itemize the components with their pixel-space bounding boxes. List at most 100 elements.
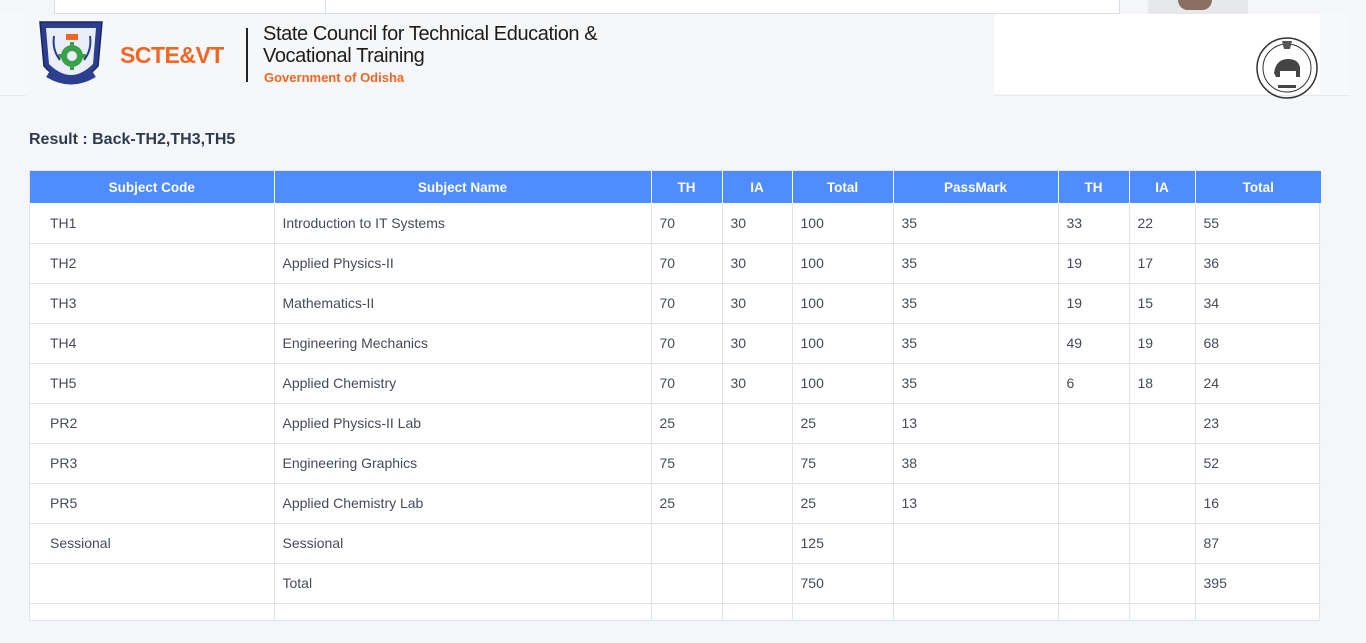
cell-subject-code: TH4 <box>30 323 275 364</box>
cell-secured-th <box>1058 563 1130 604</box>
cell-passmark: 13 <box>893 403 1059 444</box>
cell-secured-th: 33 <box>1058 203 1130 244</box>
table-row: TH4 Engineering Mechanics 70 30 100 35 49 19 68 <box>30 323 1321 364</box>
cell-secured-total: 87 <box>1195 523 1321 564</box>
table-body: TH1 Introduction to IT Systems 70 30 100 35 33… <box>30 203 1321 621</box>
site-header: SCTE&VT State Council for Technical Educ… <box>0 14 1350 99</box>
cell-passmark: 35 <box>893 363 1059 404</box>
organization-title-line1: State Council for Technical Education & <box>263 23 598 45</box>
cell-secured-total: 36 <box>1195 243 1321 284</box>
cell-max-total: 100 <box>792 323 894 364</box>
cell-max-th: 70 <box>651 203 723 244</box>
cell-max-total: 100 <box>792 203 894 244</box>
student-photo <box>1148 0 1248 14</box>
column-header-subject-name: Subject Name <box>274 171 652 203</box>
cell-secured-ia: 18 <box>1129 363 1196 404</box>
cell-max-total: 25 <box>792 403 894 444</box>
table-row: PR5 Applied Chemistry Lab 25 25 13 16 <box>30 483 1321 524</box>
cell-max-ia: 30 <box>722 323 793 364</box>
cell-subject-code <box>30 563 275 604</box>
result-page: SCTE&VT State Council for Technical Educ… <box>0 0 1366 643</box>
cell-subject-name: Engineering Mechanics <box>274 323 652 364</box>
cell-max-ia: 30 <box>722 243 793 284</box>
cell-secured-total: 24 <box>1195 363 1321 404</box>
cell-secured-th: 19 <box>1058 243 1130 284</box>
empty-cell <box>893 603 1059 621</box>
scrolled-content-remnant <box>54 0 1120 14</box>
cell-subject-code: Sessional <box>30 523 275 564</box>
cell-subject-name: Applied Chemistry <box>274 363 652 404</box>
cell-passmark: 35 <box>893 203 1059 244</box>
cell-max-total: 100 <box>792 363 894 404</box>
cell-max-ia <box>722 523 793 564</box>
cell-subject-name: Total <box>274 563 652 604</box>
cell-max-th: 70 <box>651 243 723 284</box>
result-table-container: Subject Code Subject Name TH IA Total Pa… <box>29 170 1321 621</box>
cell-max-ia: 30 <box>722 283 793 324</box>
cell-subject-code: TH1 <box>30 203 275 244</box>
cell-passmark: 13 <box>893 483 1059 524</box>
cell-passmark: 35 <box>893 243 1059 284</box>
cell-max-th <box>651 563 723 604</box>
cell-max-th: 70 <box>651 363 723 404</box>
cell-max-th: 70 <box>651 323 723 364</box>
cell-max-th: 25 <box>651 483 723 524</box>
column-header-subject-code: Subject Code <box>30 171 275 203</box>
empty-cell <box>1195 603 1321 621</box>
cell-max-ia <box>722 563 793 604</box>
cell-max-ia <box>722 403 793 444</box>
cell-subject-code: TH5 <box>30 363 275 404</box>
cell-max-total: 25 <box>792 483 894 524</box>
cell-secured-total: 16 <box>1195 483 1321 524</box>
empty-cell <box>1058 603 1130 621</box>
brand-divider <box>246 28 248 82</box>
cell-max-ia <box>722 483 793 524</box>
cell-subject-name: Introduction to IT Systems <box>274 203 652 244</box>
cell-secured-ia <box>1129 403 1196 444</box>
organization-subtitle: Government of Odisha <box>264 70 405 85</box>
cell-passmark: 38 <box>893 443 1059 484</box>
cell-secured-th <box>1058 483 1130 524</box>
table-row: TH5 Applied Chemistry 70 30 100 35 6 18 24 <box>30 363 1321 404</box>
table-row: TH3 Mathematics-II 70 30 100 35 19 15 34 <box>30 283 1321 324</box>
cell-max-th <box>651 523 723 564</box>
cell-subject-code: PR2 <box>30 403 275 444</box>
cell-subject-name: Mathematics-II <box>274 283 652 324</box>
cell-subject-name: Applied Physics-II <box>274 243 652 284</box>
cell-secured-th: 6 <box>1058 363 1130 404</box>
cell-subject-name: Sessional <box>274 523 652 564</box>
column-header-secured-ia: IA <box>1129 171 1196 203</box>
cell-secured-total: 23 <box>1195 403 1321 444</box>
table-row: PR2 Applied Physics-II Lab 25 25 13 23 <box>30 403 1321 444</box>
empty-cell <box>30 603 275 621</box>
table-row: Sessional Sessional 125 87 <box>30 523 1321 564</box>
table-row-spacer <box>30 603 1321 621</box>
brand-name: SCTE&VT <box>120 42 224 68</box>
organization-title: State Council for Technical Education & … <box>263 23 623 67</box>
column-header-passmark: PassMark <box>893 171 1059 203</box>
cell-secured-total: 55 <box>1195 203 1321 244</box>
cell-secured-th <box>1058 443 1130 484</box>
odisha-emblem-icon <box>1256 37 1318 99</box>
column-header-max-ia: IA <box>722 171 793 203</box>
empty-cell <box>651 603 723 621</box>
cell-secured-total: 52 <box>1195 443 1321 484</box>
cell-passmark: 35 <box>893 283 1059 324</box>
cell-secured-th <box>1058 403 1130 444</box>
cell-max-th: 70 <box>651 283 723 324</box>
cell-secured-th <box>1058 523 1130 564</box>
column-header-secured-total: Total <box>1195 171 1321 203</box>
scte-logo-icon <box>39 21 103 85</box>
cell-secured-total: 395 <box>1195 563 1321 604</box>
cell-subject-code: PR5 <box>30 483 275 524</box>
cell-secured-ia: 22 <box>1129 203 1196 244</box>
column-header-secured-th: TH <box>1058 171 1130 203</box>
cell-max-total: 125 <box>792 523 894 564</box>
table-header-row: Subject Code Subject Name TH IA Total Pa… <box>30 171 1321 203</box>
cell-max-th: 25 <box>651 403 723 444</box>
cell-secured-ia: 17 <box>1129 243 1196 284</box>
empty-cell <box>1129 603 1196 621</box>
table-row: Total 750 395 <box>30 563 1321 604</box>
result-table: Subject Code Subject Name TH IA Total Pa… <box>30 171 1321 621</box>
cell-max-total: 750 <box>792 563 894 604</box>
